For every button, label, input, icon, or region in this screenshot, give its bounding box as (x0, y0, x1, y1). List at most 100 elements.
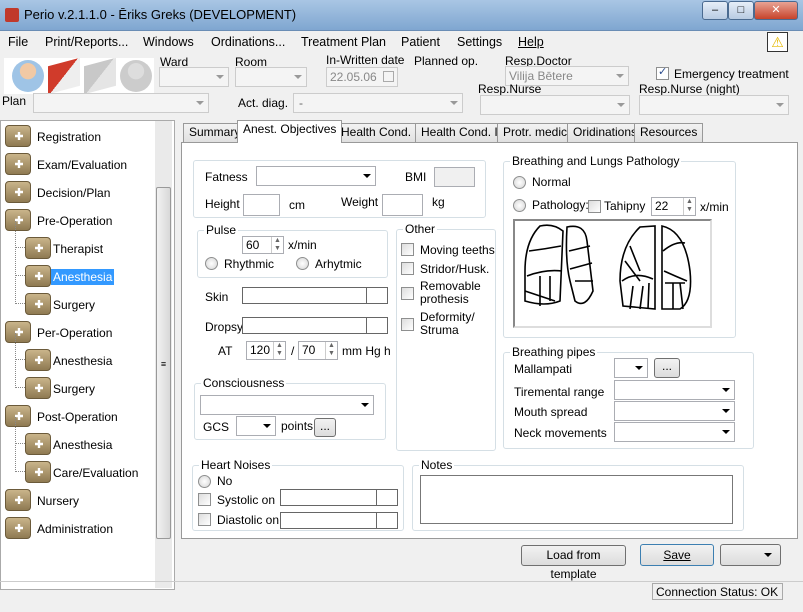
sidebar-item[interactable]: Registration (5, 123, 155, 151)
tahipny-checkbox[interactable] (588, 200, 601, 213)
tab[interactable]: Health Cond. I (335, 123, 424, 142)
sidebar-item-label: Care/Evaluation (53, 466, 139, 480)
weight-input[interactable] (382, 194, 423, 216)
tab[interactable]: Health Cond. II (415, 123, 508, 142)
book-icon[interactable] (48, 57, 80, 95)
sidebar-item[interactable]: Care/Evaluation (15, 445, 175, 487)
date-value: 22.05.06 (330, 70, 377, 84)
diastolic-select[interactable] (280, 512, 398, 529)
doctor-icon[interactable] (12, 60, 44, 92)
mallampati-select[interactable] (614, 358, 648, 378)
normal-radio[interactable] (513, 176, 526, 189)
maximize-button[interactable]: □ (728, 1, 754, 20)
stridor-label: Stridor/Husk. (420, 262, 490, 276)
tab[interactable]: Resources (634, 123, 704, 142)
tab[interactable]: Oridinations (567, 123, 644, 142)
sidebar-item[interactable]: Administration (5, 515, 155, 543)
tree-line (15, 277, 25, 304)
moving-teeth-checkbox[interactable] (401, 243, 414, 256)
consciousness-select[interactable] (200, 395, 374, 415)
at-systolic-spinner[interactable]: 120 ▲ ▼ (246, 341, 286, 360)
sidebar-item-label: Pre-Operation (37, 214, 113, 228)
at-diastolic-spinner[interactable]: 70 ▲ ▼ (298, 341, 338, 360)
sidebar-item-label: Surgery (53, 382, 96, 396)
ward-select[interactable] (159, 67, 229, 87)
height-input[interactable] (243, 194, 280, 216)
pulse-value: 60 (246, 238, 260, 252)
menu-treatment-plan[interactable]: Treatment Plan (301, 35, 386, 49)
warning-icon[interactable]: ⚠ (767, 32, 788, 52)
user-next-icon[interactable] (120, 60, 152, 92)
save-options-dropdown[interactable] (720, 544, 781, 566)
minimize-button[interactable]: ‒ (702, 1, 728, 20)
book-delete-icon[interactable] (84, 57, 116, 95)
menu-windows[interactable]: Windows (143, 35, 194, 49)
sidebar-item[interactable]: Anesthesia (15, 249, 175, 291)
date-picker[interactable]: 22.05.06 (326, 67, 398, 87)
fatness-select[interactable] (256, 166, 376, 186)
heart-no-radio[interactable] (198, 475, 211, 488)
nurse-label: Resp.Nurse (478, 82, 542, 96)
sidebar-item[interactable]: Post-Operation (5, 403, 155, 431)
medkit-icon (25, 377, 51, 399)
mallampati-more-button[interactable]: ... (654, 358, 680, 378)
systolic-select[interactable] (280, 489, 398, 506)
sidebar-item[interactable]: Nursery (5, 487, 155, 515)
room-select[interactable] (235, 67, 307, 87)
neck-select[interactable] (614, 422, 735, 442)
lungs-diagram[interactable] (513, 219, 712, 328)
tree-line (15, 249, 25, 276)
sidebar-item[interactable]: Anesthesia (15, 333, 175, 375)
calendar-icon[interactable] (383, 71, 394, 82)
sidebar-scrollbar[interactable]: ≡ (155, 121, 172, 588)
tab[interactable]: Anest. Objectives (237, 120, 343, 143)
sidebar-item[interactable]: Exam/Evaluation (5, 151, 155, 179)
at-label: AT (218, 344, 233, 358)
dropsy-select[interactable] (242, 317, 388, 334)
skin-label: Skin (205, 290, 229, 304)
gcs-more-button[interactable]: ... (314, 418, 336, 437)
save-button[interactable]: Save (640, 544, 714, 566)
notes-textarea[interactable] (420, 475, 733, 524)
sidebar-item[interactable]: Decision/Plan (5, 179, 155, 207)
rhythmic-radio[interactable] (205, 257, 218, 270)
diag-select[interactable]: - (293, 93, 463, 113)
sidebar-item[interactable]: Pre-Operation (5, 207, 155, 235)
stridor-checkbox[interactable] (401, 262, 414, 275)
nurse-select[interactable] (480, 95, 630, 115)
tahipny-spinner[interactable]: 22 ▲ ▼ (651, 197, 696, 216)
systolic-checkbox[interactable] (198, 493, 211, 506)
diastolic-checkbox[interactable] (198, 513, 211, 526)
close-button[interactable]: ✕ (754, 1, 798, 20)
tahipny-label: Tahipny (604, 199, 646, 213)
sidebar-item-label: Post-Operation (37, 410, 118, 424)
tab[interactable]: Protr. medic. (497, 123, 577, 142)
removable-prothesis-checkbox[interactable] (401, 287, 414, 300)
sidebar-item[interactable]: Surgery (15, 361, 175, 403)
pulse-spinner[interactable]: 60 ▲ ▼ (242, 236, 284, 254)
emergency-checkbox[interactable]: ✓ (656, 66, 669, 80)
deformity-checkbox[interactable] (401, 318, 414, 331)
sidebar-item[interactable]: Therapist (15, 221, 175, 263)
menu-file[interactable]: File (8, 35, 28, 49)
night-nurse-select[interactable] (639, 95, 789, 115)
load-template-button[interactable]: Load from template (521, 545, 626, 581)
menu-patient[interactable]: Patient (401, 35, 440, 49)
points-label: points (281, 419, 314, 433)
arhytmic-radio[interactable] (296, 257, 309, 270)
scrollbar-thumb[interactable]: ≡ (156, 187, 171, 539)
mouth-spread-select[interactable] (614, 401, 735, 421)
tiremental-select[interactable] (614, 380, 735, 400)
menu-print-reports[interactable]: Print/Reports... (45, 35, 128, 49)
menu-settings[interactable]: Settings (457, 35, 502, 49)
sidebar-item[interactable]: Anesthesia (15, 417, 175, 459)
gcs-select[interactable] (236, 416, 276, 436)
tree-line (15, 417, 25, 444)
menu-ordinations[interactable]: Ordinations... (211, 35, 285, 49)
sidebar-item[interactable]: Surgery (15, 277, 175, 319)
sidebar-item[interactable]: Per-Operation (5, 319, 155, 347)
menu-help[interactable]: Help (518, 35, 544, 49)
plan-select[interactable] (33, 93, 209, 113)
pathology-radio[interactable] (513, 199, 526, 212)
skin-select[interactable] (242, 287, 388, 304)
